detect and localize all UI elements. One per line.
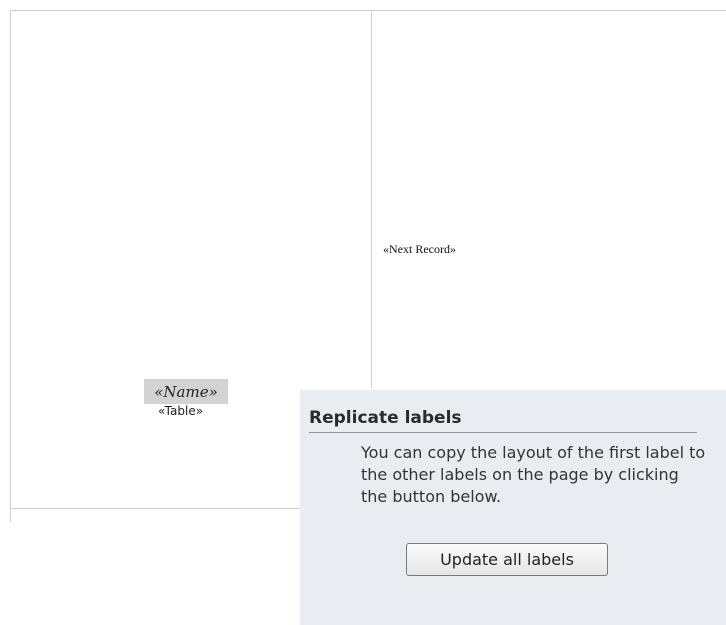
pane-title-divider: [309, 432, 697, 433]
pane-description: You can copy the layout of the first lab…: [361, 443, 706, 506]
pane-section-title: Replicate labels: [309, 408, 462, 428]
update-all-labels-button[interactable]: Update all labels: [406, 543, 608, 576]
label-grid-row-divider: [10, 508, 300, 509]
next-record-field[interactable]: «Next Record»: [383, 242, 456, 257]
name-merge-field[interactable]: «Name»: [144, 379, 228, 404]
replicate-labels-pane: Replicate labels You can copy the layout…: [300, 390, 726, 625]
label-grid-left-border: [10, 10, 11, 522]
table-merge-field[interactable]: «Table»: [158, 404, 203, 418]
label-grid-top-border: [10, 10, 726, 11]
mail-merge-labels-view: «Next Record» «Name» «Table» Replicate l…: [0, 0, 726, 625]
label-grid-column-divider: [371, 10, 372, 388]
